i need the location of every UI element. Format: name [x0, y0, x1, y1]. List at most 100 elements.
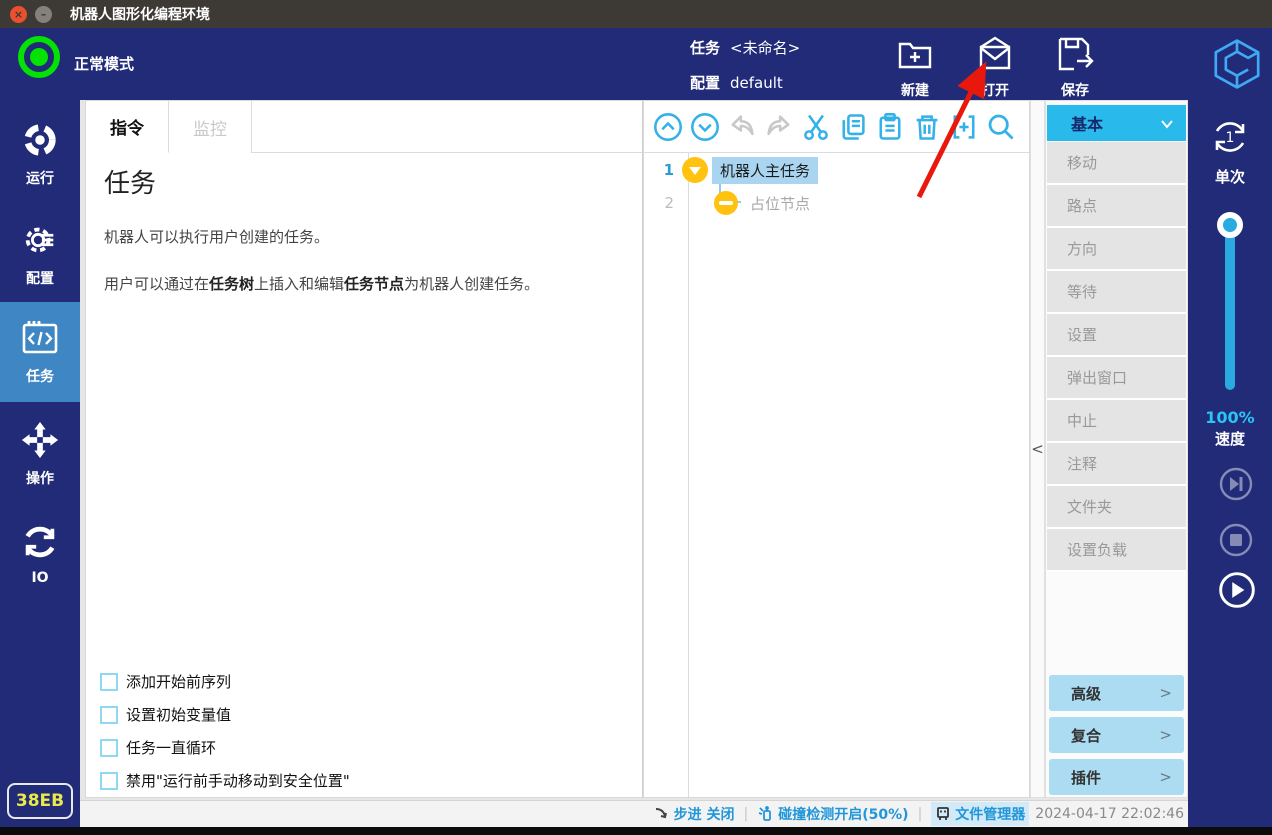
undo-icon[interactable] [727, 112, 757, 142]
sidebar-item-config[interactable]: 配置 [0, 208, 80, 300]
chevron-right-icon: > [1159, 768, 1172, 786]
run-once-toggle[interactable]: 1 单次 [1188, 115, 1272, 187]
palette-item-waypoint[interactable]: 路点 [1047, 185, 1186, 228]
task-label: 任务 [690, 39, 720, 57]
task-name-row: 任务 <未命名> [690, 37, 800, 58]
tab-instruction[interactable]: 指令 [86, 101, 169, 153]
instruction-panel: 指令 监控 任务 机器人可以执行用户创建的任务。 用户可以通过在任务树上插入和编… [85, 100, 643, 798]
save-button[interactable]: 保存 [1043, 34, 1107, 96]
chevron-left-icon[interactable]: < [1031, 440, 1044, 458]
config-label: 配置 [690, 74, 720, 92]
palette-group-plugin[interactable]: 插件> [1049, 759, 1184, 795]
checkbox-disable-safe-move[interactable]: 禁用"运行前手动移动到安全位置" [100, 770, 350, 791]
sidebar-item-operate[interactable]: 操作 [0, 408, 80, 500]
window-title: 机器人图形化编程环境 [70, 4, 210, 24]
doc-paragraph-1: 机器人可以执行用户创建的任务。 [104, 226, 628, 247]
move-up-icon[interactable] [653, 112, 683, 142]
checkbox-icon[interactable] [100, 739, 118, 757]
open-button[interactable]: 打开 [963, 34, 1027, 96]
status-timestamp: 2024-04-17 22:02:46 [1035, 806, 1184, 822]
command-palette: 基本 移动 路点 方向 等待 设置 弹出窗口 中止 注释 文件夹 设置负载 高级… [1045, 100, 1188, 798]
play-button[interactable] [1217, 570, 1255, 608]
move-down-icon[interactable] [690, 112, 720, 142]
palette-item-payload[interactable]: 设置负载 [1047, 529, 1186, 572]
palette-item-comment[interactable]: 注释 [1047, 443, 1186, 486]
tree-node-label[interactable]: 占位节点 [742, 190, 818, 217]
open-file-icon [975, 34, 1015, 78]
palette-item-popup[interactable]: 弹出窗口 [1047, 357, 1186, 400]
run-once-label: 单次 [1188, 166, 1272, 187]
palette-item-folder[interactable]: 文件夹 [1047, 486, 1186, 529]
palette-group-advanced[interactable]: 高级> [1049, 675, 1184, 711]
palette-item-direction[interactable]: 方向 [1047, 228, 1186, 271]
tab-monitor[interactable]: 监控 [169, 101, 252, 153]
config-row: 配置 default [690, 72, 783, 93]
minimize-icon[interactable]: – [35, 6, 52, 23]
step-mode-status[interactable]: 步进 关闭 [654, 804, 735, 824]
checkbox-loop-forever[interactable]: 任务一直循环 [100, 737, 350, 758]
palette-item-wait[interactable]: 等待 [1047, 271, 1186, 314]
chevron-down-icon [1160, 114, 1174, 133]
task-code-icon [20, 319, 60, 361]
cut-icon[interactable] [801, 112, 831, 142]
task-options: 添加开始前序列 设置初始变量值 任务一直循环 禁用"运行前手动移动到安全位置" [100, 671, 350, 803]
chevron-right-icon: > [1159, 726, 1172, 744]
step-arrow-icon [654, 806, 670, 822]
line-number: 1 [644, 161, 682, 179]
status-badge: 38EB [7, 783, 73, 819]
tree-row-main-task[interactable]: 1 机器人主任务 [644, 154, 818, 186]
checkbox-label: 设置初始变量值 [126, 704, 231, 725]
sidebar-item-label: 操作 [26, 468, 54, 488]
stop-button[interactable] [1217, 521, 1255, 559]
task-tree-panel: 1 机器人主任务 2 占位节点 [643, 100, 1030, 798]
close-icon[interactable]: × [10, 6, 27, 23]
titlebar: × – 机器人图形化编程环境 [0, 0, 1272, 28]
file-manager-button[interactable]: 文件管理器 [931, 802, 1029, 826]
open-button-label: 打开 [981, 80, 1009, 100]
step-next-button[interactable] [1217, 465, 1255, 503]
task-value: <未命名> [730, 39, 800, 57]
search-icon[interactable] [986, 112, 1016, 142]
tree-row-placeholder[interactable]: 2 占位节点 [644, 187, 818, 219]
node-placeholder-icon[interactable] [714, 191, 738, 215]
palette-item-abort[interactable]: 中止 [1047, 400, 1186, 443]
mode-indicator-icon [18, 36, 60, 78]
collision-icon [757, 806, 774, 823]
palette-group-basic[interactable]: 基本 [1047, 105, 1186, 141]
gutter-divider [688, 153, 689, 797]
sidebar-item-run[interactable]: 运行 [0, 108, 80, 200]
config-value: default [730, 74, 783, 92]
tree-node-label[interactable]: 机器人主任务 [712, 157, 818, 184]
checkbox-icon[interactable] [100, 706, 118, 724]
app-window: × – 机器人图形化编程环境 正常模式 任务<未命名> 配置default 新建 [0, 0, 1272, 835]
checkbox-pre-sequence[interactable]: 添加开始前序列 [100, 671, 350, 692]
usb-drive-icon [935, 806, 951, 822]
checkbox-init-variables[interactable]: 设置初始变量值 [100, 704, 350, 725]
redo-icon[interactable] [764, 112, 794, 142]
speed-slider[interactable] [1225, 225, 1235, 390]
io-swap-icon [21, 523, 59, 565]
palette-item-move[interactable]: 移动 [1047, 142, 1186, 185]
node-expand-icon[interactable] [682, 157, 708, 183]
delete-icon[interactable] [912, 112, 942, 142]
insert-node-icon[interactable] [949, 112, 979, 142]
new-file-icon [895, 34, 935, 78]
checkbox-icon[interactable] [100, 673, 118, 691]
copy-icon[interactable] [838, 112, 868, 142]
palette-item-set[interactable]: 设置 [1047, 314, 1186, 357]
save-icon [1055, 34, 1095, 78]
tree-toolbar [644, 101, 1029, 153]
separator: | [744, 806, 749, 822]
speed-value: 100% [1188, 408, 1272, 427]
sidebar-item-task[interactable]: 任务 [0, 302, 80, 402]
palette-group-composite[interactable]: 复合> [1049, 717, 1184, 753]
paste-icon[interactable] [875, 112, 905, 142]
collision-detect-status[interactable]: 碰撞检测开启(50%) [757, 804, 908, 824]
sidebar-item-io[interactable]: IO [0, 508, 80, 600]
checkbox-icon[interactable] [100, 772, 118, 790]
new-button[interactable]: 新建 [883, 34, 947, 96]
speed-slider-handle[interactable] [1217, 212, 1243, 238]
doc-content: 任务 机器人可以执行用户创建的任务。 用户可以通过在任务树上插入和编辑任务节点为… [104, 163, 628, 320]
panel-collapse-handle[interactable]: < [1030, 100, 1045, 798]
checkbox-label: 禁用"运行前手动移动到安全位置" [126, 770, 350, 791]
